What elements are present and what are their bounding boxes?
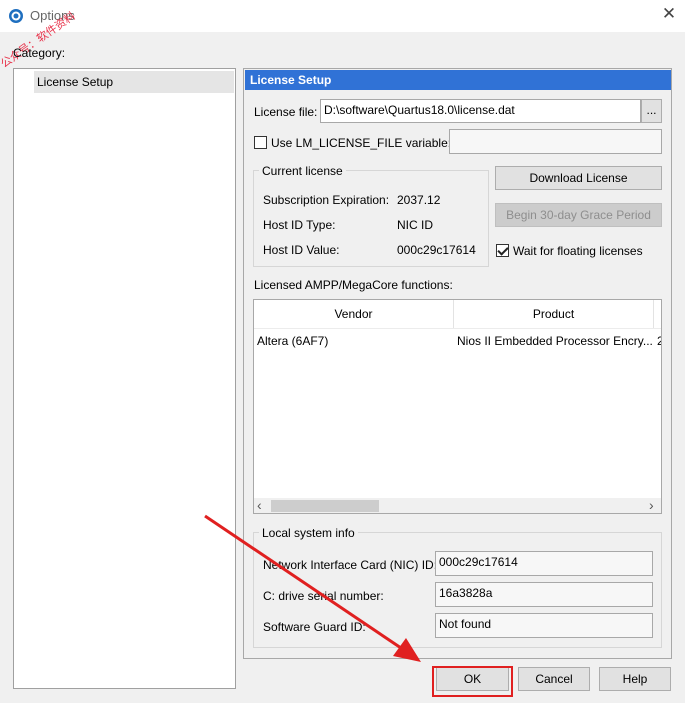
annotation-arrow	[204, 514, 421, 662]
